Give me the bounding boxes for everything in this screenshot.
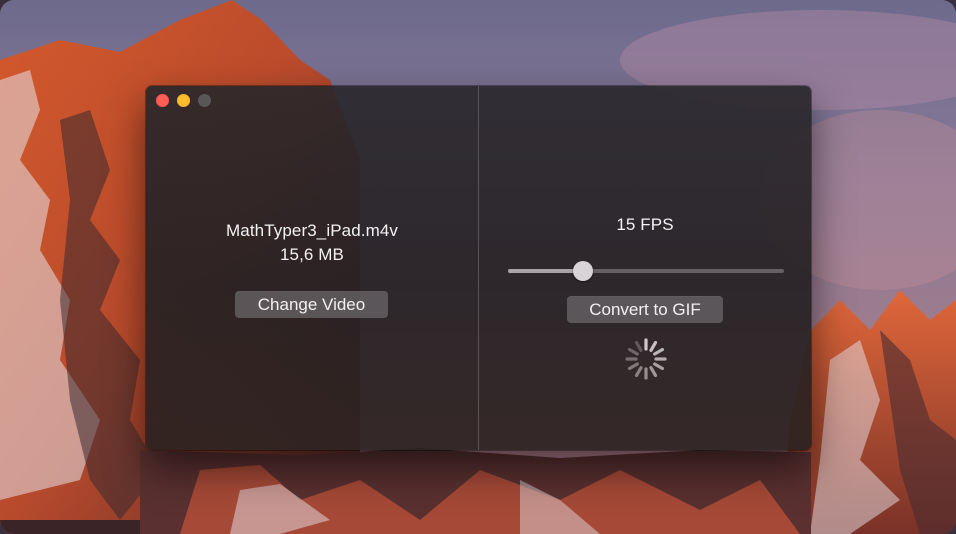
- spinner-spoke: [653, 347, 665, 356]
- spinner-spoke: [627, 347, 639, 356]
- app-window: MathTyper3_iPad.m4v 15,6 MB Change Video…: [146, 86, 811, 450]
- spinner-spoke: [649, 366, 658, 378]
- spinner-spoke: [649, 340, 658, 352]
- convert-pane: 15 FPS Convert to GIF: [479, 86, 811, 450]
- convert-to-gif-button[interactable]: Convert to GIF: [567, 296, 723, 323]
- video-file-size: 15,6 MB: [279, 245, 344, 264]
- spinner-spoke: [634, 366, 643, 378]
- slider-thumb[interactable]: [572, 261, 593, 281]
- video-file-name: MathTyper3_iPad.m4v: [226, 221, 398, 240]
- fps-slider[interactable]: [508, 261, 784, 281]
- fps-label: 15 FPS: [616, 215, 674, 234]
- spinner-icon: [625, 338, 667, 380]
- spinner-spoke: [653, 362, 665, 371]
- video-pane: MathTyper3_iPad.m4v 15,6 MB Change Video: [146, 86, 478, 450]
- slider-fill: [508, 269, 583, 273]
- spinner-spoke: [627, 362, 639, 371]
- change-video-button[interactable]: Change Video: [235, 291, 388, 318]
- spinner-spoke: [634, 340, 643, 352]
